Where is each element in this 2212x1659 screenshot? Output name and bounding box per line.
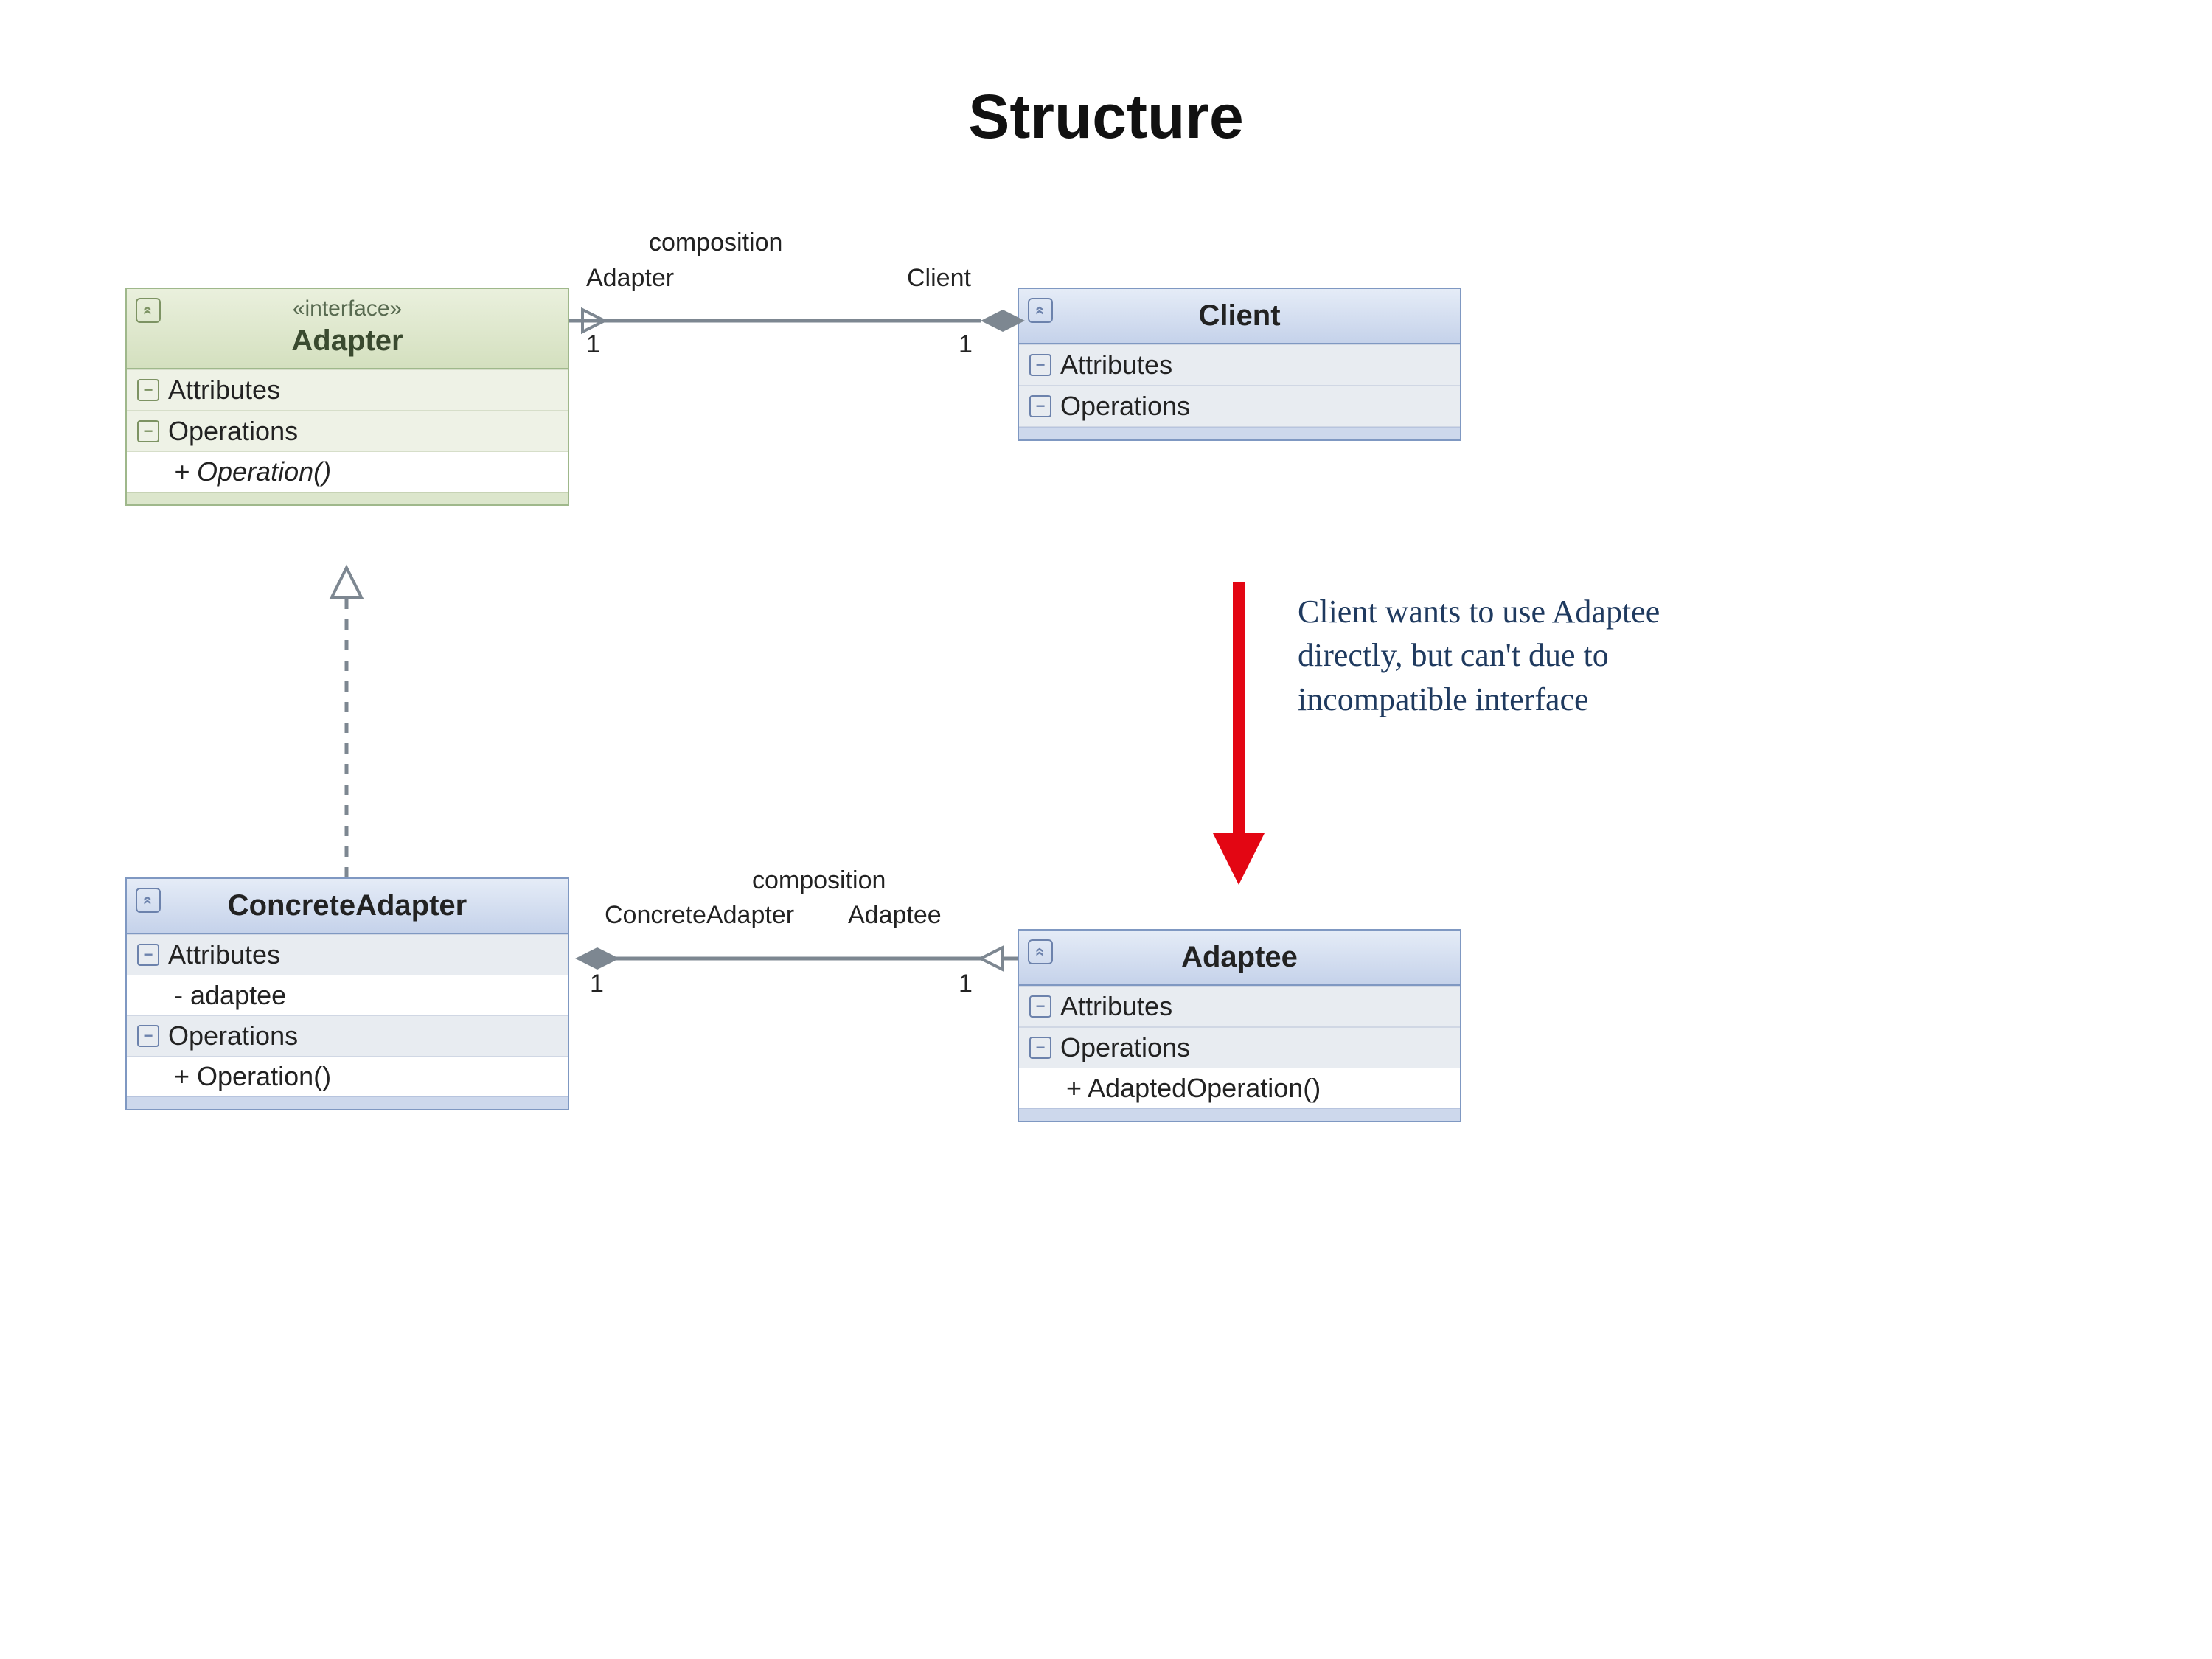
minus-icon: − [137, 420, 159, 442]
attribute-item: - adaptee [127, 975, 568, 1015]
conn-mult-right: 1 [959, 330, 973, 359]
class-name: Adapter [137, 324, 557, 358]
stereotype: «interface» [137, 296, 557, 321]
conn-role-left: Adapter [586, 264, 674, 293]
class-adaptee: Adaptee −Attributes −Operations + Adapte… [1018, 929, 1461, 1122]
conn-mult-right: 1 [959, 970, 973, 998]
conn-role-right: Client [907, 264, 971, 293]
attributes-header: −Attributes [127, 934, 568, 975]
operations-header: −Operations [1019, 386, 1460, 427]
collapse-icon [1028, 939, 1053, 964]
operation-item: + Operation() [127, 452, 568, 492]
annotation-text: Client wants to use Adaptee directly, bu… [1298, 590, 1711, 721]
minus-icon: − [137, 1025, 159, 1047]
connectors [0, 0, 2212, 1659]
conn-role-left: ConcreteAdapter [605, 901, 794, 930]
minus-icon: − [1029, 995, 1051, 1018]
class-name: Client [1029, 299, 1450, 333]
operations-header: −Operations [127, 1015, 568, 1057]
diagram-canvas: Structure «interface» Adapter −Attribute… [0, 0, 2212, 1659]
conn-mult-left: 1 [590, 970, 604, 998]
conn-mult-left: 1 [586, 330, 600, 359]
minus-icon: − [137, 944, 159, 966]
attributes-header: −Attributes [1019, 986, 1460, 1027]
conn-label-composition: composition [649, 229, 782, 257]
class-name: ConcreteAdapter [137, 889, 557, 922]
page-title: Structure [0, 81, 2212, 153]
operation-item: + Operation() [127, 1057, 568, 1096]
attributes-header: −Attributes [1019, 344, 1460, 386]
collapse-icon [136, 888, 161, 913]
minus-icon: − [1029, 1037, 1051, 1059]
operation-item: + AdaptedOperation() [1019, 1068, 1460, 1108]
class-adapter: «interface» Adapter −Attributes −Operati… [125, 288, 569, 506]
minus-icon: − [137, 379, 159, 401]
class-name: Adaptee [1029, 941, 1450, 974]
operations-header: −Operations [127, 411, 568, 452]
class-client: Client −Attributes −Operations [1018, 288, 1461, 441]
attributes-header: −Attributes [127, 369, 568, 411]
conn-role-right: Adaptee [848, 901, 942, 930]
conn-label-composition: composition [752, 866, 886, 895]
minus-icon: − [1029, 395, 1051, 417]
collapse-icon [136, 298, 161, 323]
collapse-icon [1028, 298, 1053, 323]
class-concrete-adapter: ConcreteAdapter −Attributes - adaptee −O… [125, 877, 569, 1110]
operations-header: −Operations [1019, 1027, 1460, 1068]
minus-icon: − [1029, 354, 1051, 376]
